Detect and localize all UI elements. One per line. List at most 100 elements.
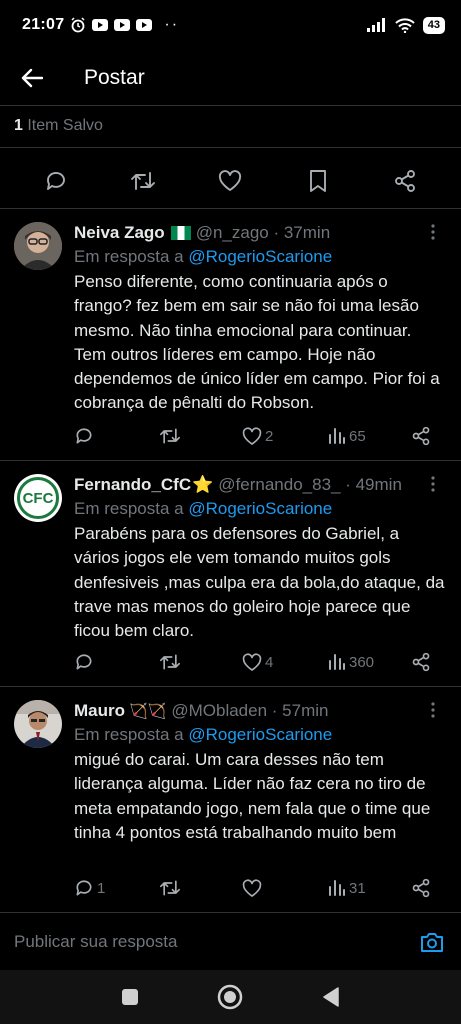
reply-count: 1	[97, 879, 106, 897]
mention-link[interactable]: @RogerioScarione	[188, 499, 332, 518]
avatar-logo: CFC	[17, 477, 59, 519]
retweet-button[interactable]	[159, 878, 184, 898]
back-button[interactable]	[0, 50, 64, 106]
battery-indicator: 43	[422, 16, 445, 34]
author-name[interactable]: Mauro	[74, 701, 125, 721]
like-button[interactable]: 2	[242, 426, 274, 446]
youtube-icon	[136, 19, 153, 31]
youtube-icon	[92, 19, 109, 31]
author-name[interactable]: Fernando_CfC	[74, 475, 191, 495]
retweet-icon	[159, 880, 180, 896]
back-nav-button[interactable]	[311, 977, 351, 1017]
reply-tweet[interactable]: Mauro 🏹🏹 @MObladen · 57min Em resposta a…	[0, 686, 461, 912]
like-count: 4	[265, 653, 274, 671]
reply-button[interactable]: 1	[74, 878, 105, 898]
youtube-icon	[114, 19, 131, 31]
bar-chart-icon	[329, 428, 345, 444]
status-time: 21:07	[22, 16, 65, 33]
views-button[interactable]: 65	[328, 427, 366, 445]
share-icon	[412, 426, 430, 446]
saved-count[interactable]: 1 Item Salvo	[14, 117, 103, 135]
views-button[interactable]: 31	[328, 879, 366, 897]
wifi-icon	[395, 17, 415, 33]
reply-context: Em resposta a @RogerioScarione	[74, 247, 447, 267]
reply-composer	[0, 912, 461, 970]
avatar-image	[14, 700, 62, 748]
saved-count-number: 1	[14, 117, 23, 134]
share-button[interactable]	[411, 426, 431, 446]
reply-icon	[76, 428, 92, 444]
avatar[interactable]	[14, 700, 62, 748]
bookmark-icon	[309, 170, 326, 192]
post-action-bar	[0, 160, 461, 202]
reply-input[interactable]	[14, 931, 417, 952]
reply-prefix: Em resposta a	[74, 247, 189, 266]
like-button[interactable]	[242, 878, 265, 898]
heart-icon	[242, 652, 262, 671]
tweet-text: Parabéns para os defensores do Gabriel, …	[74, 524, 445, 641]
status-bar: 21:07 ·· 43	[0, 0, 461, 50]
triangle-back-icon	[323, 987, 339, 1007]
mention-link[interactable]: @RogerioScarione	[188, 247, 332, 266]
share-button[interactable]	[383, 160, 427, 202]
reply-icon	[76, 880, 92, 896]
retweet-button[interactable]	[159, 652, 184, 672]
bar-chart-icon	[329, 654, 345, 670]
tweet-metrics: 4 360	[74, 650, 444, 674]
reply-tweet[interactable]: CFC Fernando_CfC ⭐ @fernando_83_ · 49min…	[0, 460, 461, 686]
square-icon	[122, 989, 139, 1005]
author-handle-time: @n_zago · 37min	[195, 223, 331, 242]
tweet-text: migué do carai. Um cara desses não tem l…	[74, 750, 431, 842]
retweet-icon	[159, 654, 180, 670]
camera-icon	[421, 932, 443, 952]
tweet-metrics: 1 31	[74, 876, 444, 900]
like-count: 2	[265, 427, 274, 445]
recent-apps-button[interactable]	[110, 977, 150, 1017]
reply-icon	[76, 654, 92, 670]
avatar[interactable]	[14, 222, 62, 270]
star-emoji: ⭐	[192, 475, 214, 494]
share-button[interactable]	[411, 652, 431, 672]
views-button[interactable]: 360	[328, 653, 374, 671]
share-icon	[412, 878, 430, 898]
author-name[interactable]: Neiva Zago	[74, 223, 165, 243]
top-app-bar: Postar	[0, 50, 461, 106]
view-count: 360	[349, 653, 375, 671]
author-handle-time: @MObladen · 57min	[171, 701, 329, 720]
system-navigation-bar	[0, 970, 461, 1024]
retweet-icon	[131, 172, 156, 190]
saved-count-label: Item Salvo	[22, 117, 103, 134]
like-button[interactable]	[208, 160, 252, 202]
share-button[interactable]	[411, 878, 431, 898]
nigeria-flag-icon	[170, 226, 191, 240]
reply-button[interactable]	[74, 426, 97, 446]
bookmark-button[interactable]	[296, 160, 340, 202]
like-button[interactable]: 4	[242, 652, 274, 672]
heart-icon	[242, 878, 262, 897]
tweet-text: Penso diferente, como continuaria após o…	[74, 272, 440, 413]
home-button[interactable]	[210, 977, 250, 1017]
reply-prefix: Em resposta a	[74, 499, 189, 518]
mention-link[interactable]: @RogerioScarione	[188, 725, 332, 744]
alarm-icon	[71, 17, 85, 33]
share-icon	[412, 652, 430, 672]
signal-icon	[366, 18, 385, 32]
reply-tweet[interactable]: Neiva Zago @n_zago · 37min Em resposta a…	[0, 208, 461, 460]
camera-button[interactable]	[417, 927, 447, 957]
bow-arrow-emoji: 🏹🏹	[129, 703, 167, 720]
retweet-button[interactable]	[159, 426, 184, 446]
retweet-button[interactable]	[121, 160, 165, 202]
avatar-image	[14, 222, 62, 270]
reply-button[interactable]	[74, 652, 97, 672]
view-count: 31	[349, 879, 366, 897]
page-title: Postar	[84, 66, 145, 89]
bar-chart-icon	[329, 880, 345, 896]
reply-prefix: Em resposta a	[74, 725, 189, 744]
reply-context: Em resposta a @RogerioScarione	[74, 725, 447, 745]
more-notifications-icon: ··	[164, 16, 180, 33]
divider	[0, 147, 461, 148]
reply-button[interactable]	[34, 160, 78, 202]
avatar[interactable]: CFC	[14, 474, 62, 522]
tweet-metrics: 2 65	[74, 424, 444, 448]
notification-icons: ··	[70, 16, 179, 34]
